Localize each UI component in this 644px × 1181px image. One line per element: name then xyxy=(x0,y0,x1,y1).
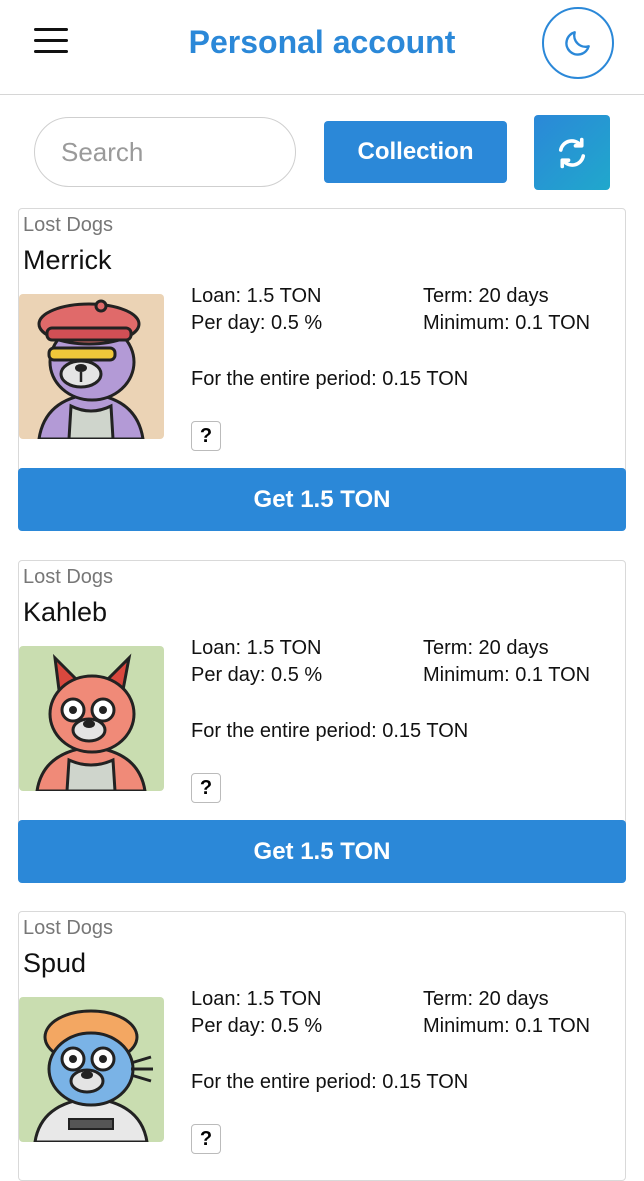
loan-amount: Loan: 1.5 TON xyxy=(191,988,322,1010)
refresh-icon xyxy=(558,137,586,168)
nft-image-merrick xyxy=(19,294,164,439)
card-nft-name: Merrick xyxy=(23,245,112,275)
card-nft-name: Kahleb xyxy=(23,597,108,627)
get-loan-button[interactable]: Get 1.5 TON xyxy=(18,468,626,531)
loan-per-day: Per day: 0.5 % xyxy=(191,664,323,686)
header-bar: Personal account xyxy=(0,0,644,95)
loan-term: Term: 20 days xyxy=(423,988,549,1010)
loan-minimum: Minimum: 0.1 TON xyxy=(423,312,591,334)
nft-image-spud xyxy=(19,997,164,1142)
refresh-button[interactable] xyxy=(534,115,610,190)
loan-card: Lost Dogs Kahleb Loan: 1.5 TON Term: 20 … xyxy=(18,560,626,883)
loan-card: Lost Dogs Merrick Loan: 1.5 TON Term: 20… xyxy=(18,208,626,531)
collection-button[interactable]: Collection xyxy=(324,121,507,183)
loan-card: Lost Dogs Spud Loan: 1.5 TON Term: 20 da… xyxy=(18,911,626,1181)
nft-image-kahleb xyxy=(19,646,164,791)
card-nft-name: Spud xyxy=(23,948,87,978)
loan-term: Term: 20 days xyxy=(423,637,549,659)
theme-toggle-button[interactable] xyxy=(542,7,614,79)
loan-entire-period: For the entire period: 0.15 TON xyxy=(191,720,469,742)
loan-amount: Loan: 1.5 TON xyxy=(191,637,322,659)
loan-per-day: Per day: 0.5 % xyxy=(191,1015,323,1037)
toolbar: Collection xyxy=(0,115,644,190)
help-button[interactable]: ? xyxy=(191,1124,221,1154)
loan-per-day: Per day: 0.5 % xyxy=(191,312,323,334)
help-button[interactable]: ? xyxy=(191,421,221,451)
loan-amount: Loan: 1.5 TON xyxy=(191,285,322,307)
card-collection-name: Lost Dogs xyxy=(23,214,114,236)
loan-term: Term: 20 days xyxy=(423,285,549,307)
help-button[interactable]: ? xyxy=(191,773,221,803)
moon-icon xyxy=(565,31,590,56)
get-loan-button[interactable]: Get 1.5 TON xyxy=(18,820,626,883)
search-input[interactable] xyxy=(34,117,296,187)
loan-entire-period: For the entire period: 0.15 TON xyxy=(191,368,469,390)
card-collection-name: Lost Dogs xyxy=(23,566,114,588)
loan-entire-period: For the entire period: 0.15 TON xyxy=(191,1071,469,1093)
loan-minimum: Minimum: 0.1 TON xyxy=(423,664,591,686)
card-collection-name: Lost Dogs xyxy=(23,917,114,939)
loan-minimum: Minimum: 0.1 TON xyxy=(423,1015,591,1037)
